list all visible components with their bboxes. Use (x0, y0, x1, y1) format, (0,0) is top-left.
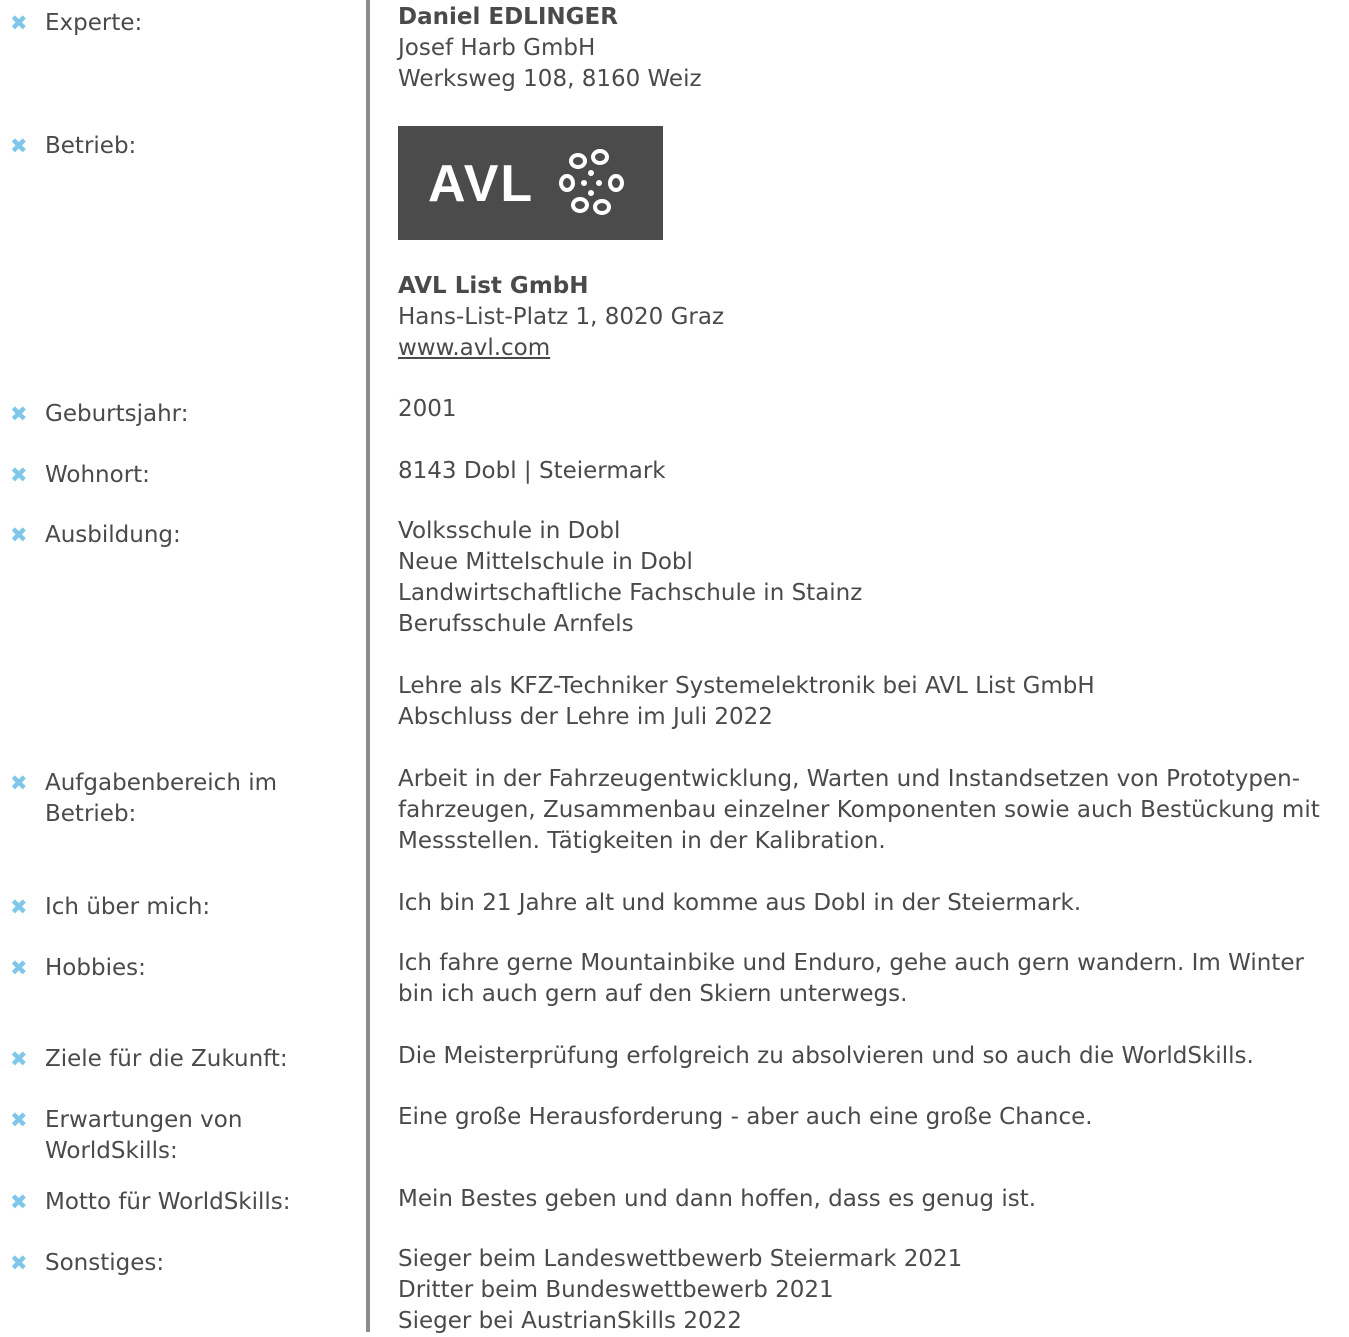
cross-bullet-icon: ✖ (10, 1108, 28, 1132)
value-betrieb: AVL List GmbH Hans-List-Platz 1, 8020 Gr… (398, 271, 1338, 364)
expert-company: Josef Harb GmbH (398, 35, 596, 61)
company-address: Hans-List-Platz 1, 8020 Graz (398, 304, 725, 330)
column-divider (366, 0, 370, 1332)
expert-name: Daniel EDLINGER (398, 4, 618, 30)
cross-bullet-icon: ✖ (10, 1190, 28, 1214)
cross-bullet-icon: ✖ (10, 1047, 28, 1071)
avl-logo-text: AVL (428, 155, 535, 213)
label-erwartungen: ✖ Erwartungen von WorldSkills: (10, 1107, 243, 1164)
label-sonstiges: ✖ Sonstiges: (10, 1248, 350, 1279)
company-name: AVL List GmbH (398, 273, 589, 299)
label-geburtsjahr: ✖ Geburtsjahr: (10, 399, 350, 430)
label-experte: ✖ Experte: (10, 8, 350, 39)
value-wohnort: 8143 Dobl | Steiermark (398, 458, 666, 484)
cross-bullet-icon: ✖ (10, 134, 28, 158)
cross-bullet-icon: ✖ (10, 523, 28, 547)
cross-bullet-icon: ✖ (10, 956, 28, 980)
label-aufgabenbereich: ✖ Aufgabenbereich im Betrieb: (10, 770, 277, 827)
label-wohnort: ✖ Wohnort: (10, 460, 350, 491)
expert-address: Werksweg 108, 8160 Weiz (398, 66, 702, 92)
value-hobbies: Ich fahre gerne Mountainbike und Enduro,… (398, 950, 1304, 1007)
label-ich-ueber-mich: ✖ Ich über mich: (10, 892, 350, 923)
cross-bullet-icon: ✖ (10, 402, 28, 426)
cross-bullet-icon: ✖ (10, 895, 28, 919)
cross-bullet-icon: ✖ (10, 11, 28, 35)
value-motto: Mein Bestes geben und dann hoffen, dass … (398, 1186, 1037, 1212)
value-aufgabenbereich: Arbeit in der Fahrzeugentwicklung, Warte… (398, 766, 1320, 854)
cross-bullet-icon: ✖ (10, 771, 28, 795)
value-ausbildung: Volksschule in Dobl Neue Mittelschule in… (398, 518, 1095, 730)
label-ausbildung: ✖ Ausbildung: (10, 520, 350, 551)
value-erwartungen: Eine große Herausforderung - aber auch e… (398, 1104, 1093, 1130)
cross-bullet-icon: ✖ (10, 1251, 28, 1275)
value-ziele: Die Meisterprüfung erfolgreich zu absolv… (398, 1043, 1254, 1069)
label-hobbies: ✖ Hobbies: (10, 953, 350, 984)
cross-bullet-icon: ✖ (10, 463, 28, 487)
value-sonstiges: Sieger beim Landeswettbewerb Steiermark … (398, 1246, 963, 1334)
company-website-link[interactable]: www.avl.com (398, 333, 1338, 364)
label-ziele: ✖ Ziele für die Zukunft: (10, 1044, 350, 1075)
avl-logo: AVL (398, 126, 663, 240)
value-ich-ueber-mich: Ich bin 21 Jahre alt und komme aus Dobl … (398, 890, 1082, 916)
avl-logo-emblem-icon (559, 149, 624, 215)
label-betrieb: ✖ Betrieb: (10, 131, 350, 162)
label-motto: ✖ Motto für WorldSkills: (10, 1187, 350, 1218)
value-experte: Daniel EDLINGER Josef Harb GmbH Werksweg… (398, 2, 1338, 95)
value-geburtsjahr: 2001 (398, 396, 457, 422)
